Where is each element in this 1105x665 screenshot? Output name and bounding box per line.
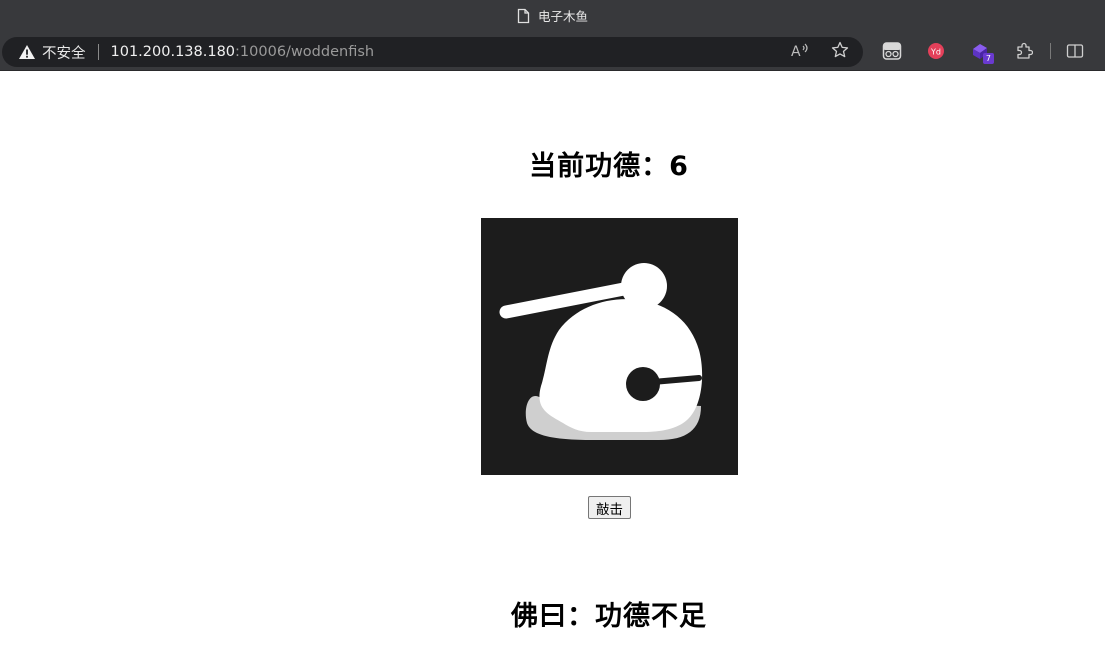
wooden-fish-image[interactable] <box>481 218 738 475</box>
warning-icon[interactable] <box>18 44 36 60</box>
toolbar-divider <box>1050 43 1051 59</box>
buddha-message: 佛曰：功德不足 <box>511 601 707 632</box>
url-path[interactable]: :10006/woddenfish <box>235 44 374 60</box>
favorite-star-icon[interactable] <box>831 41 849 63</box>
wooden-fish-icon <box>499 263 703 440</box>
security-label[interactable]: 不安全 <box>42 42 86 63</box>
extension-youdao-icon[interactable]: Yd <box>922 37 950 65</box>
page-content: 当前功德：6 敲击 佛曰：功德不足 <box>0 72 1105 665</box>
window-titlebar: 电子木鱼 <box>0 0 1105 31</box>
browser-toolbar: 不安全 101.200.138.180:10006/woddenfish A <box>0 31 1105 71</box>
svg-text:A: A <box>791 44 801 58</box>
window-title: 电子木鱼 <box>537 9 588 24</box>
extension-glasses-icon[interactable] <box>878 37 906 65</box>
address-divider <box>97 44 99 60</box>
page-icon <box>517 8 530 24</box>
url-host[interactable]: 101.200.138.180 <box>111 44 236 60</box>
extension-purple-cube-icon[interactable]: 7 <box>966 37 994 65</box>
knock-button[interactable]: 敲击 <box>588 496 631 519</box>
extensions-puzzle-icon[interactable] <box>1010 37 1038 65</box>
merit-counter: 当前功德：6 <box>0 144 1105 183</box>
extension-badge: 7 <box>982 53 994 64</box>
svg-text:Yd: Yd <box>930 48 941 57</box>
address-bar[interactable]: 不安全 101.200.138.180:10006/woddenfish A <box>2 37 863 67</box>
merit-label: 当前功德： <box>529 151 670 182</box>
read-aloud-icon[interactable]: A <box>791 42 809 62</box>
split-screen-icon[interactable] <box>1061 37 1089 65</box>
merit-value: 6 <box>669 151 689 182</box>
